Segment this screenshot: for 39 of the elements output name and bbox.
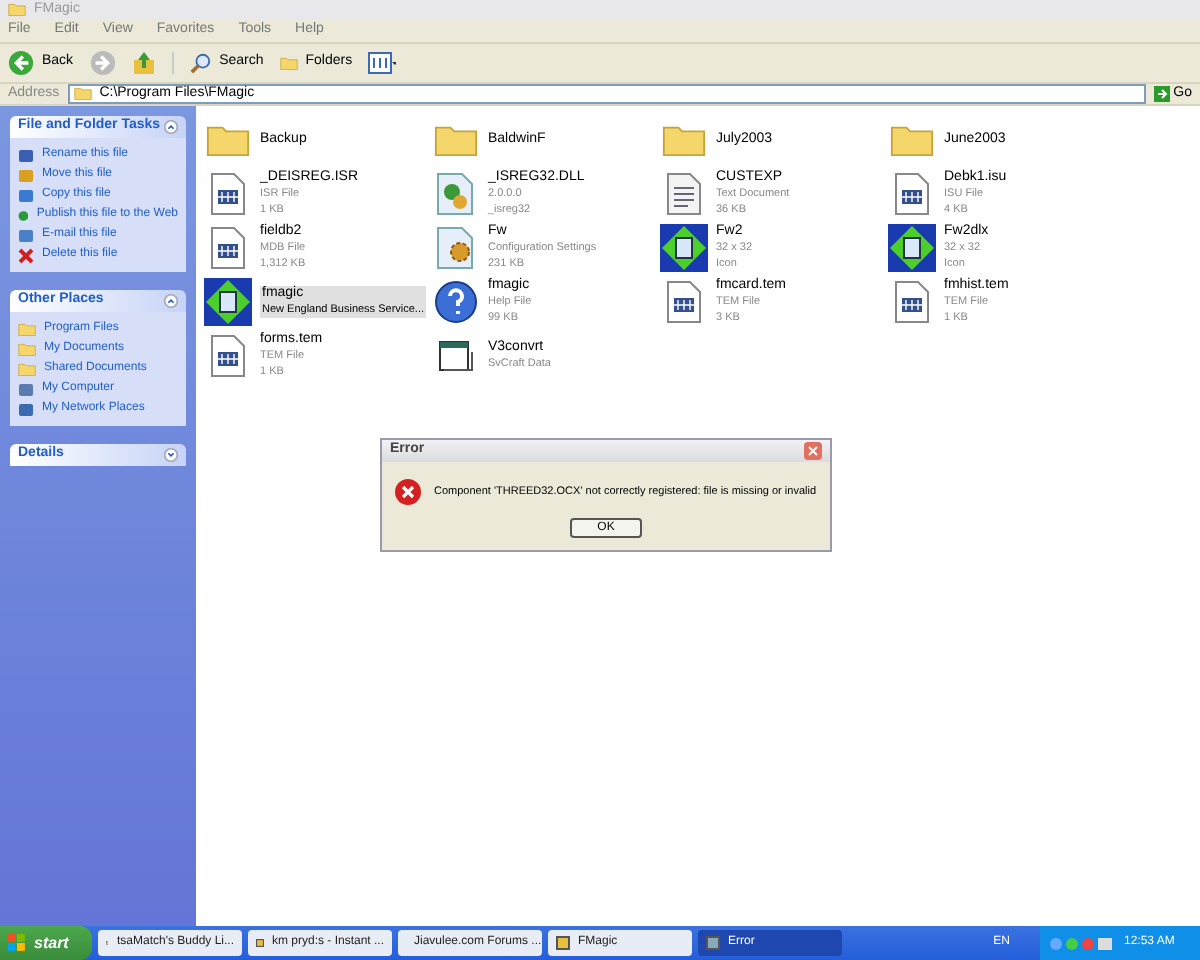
close-button[interactable] (804, 442, 822, 460)
folder-icon (8, 2, 26, 18)
program-icon (888, 223, 936, 271)
document-icon (210, 171, 246, 215)
folder-icon (662, 121, 706, 157)
search-icon (189, 52, 212, 74)
settings-file-icon (436, 225, 476, 269)
document-icon (666, 279, 702, 323)
expand-icon[interactable] (164, 448, 178, 462)
document-icon (210, 333, 246, 377)
document-icon (894, 279, 930, 323)
window-icon (256, 936, 264, 950)
delete-icon (18, 247, 34, 263)
window-icon (556, 936, 570, 950)
folder-icon (434, 121, 478, 157)
help-icon (434, 279, 478, 323)
tray-icons-drawing (1048, 935, 1116, 951)
document-icon (894, 171, 930, 215)
folder-icon (73, 86, 92, 102)
folder-icon (890, 121, 934, 157)
up-folder-icon[interactable] (131, 50, 156, 76)
collapse-icon[interactable] (164, 120, 178, 134)
error-icon (394, 478, 422, 506)
views-icon[interactable] (368, 52, 397, 74)
dll-file-icon (436, 171, 476, 215)
program-icon (204, 277, 252, 325)
start-button[interactable]: start (0, 926, 92, 960)
window-icon (706, 936, 720, 950)
text-document-icon (666, 171, 702, 215)
program-icon (660, 223, 708, 271)
folder-icon (206, 121, 250, 157)
windows-logo-icon (8, 934, 26, 952)
folder-icon (279, 55, 298, 71)
back-arrow-icon (8, 50, 34, 76)
close-icon (808, 446, 818, 456)
document-icon (210, 225, 246, 269)
window-icon (436, 335, 476, 375)
go-arrow-icon (1153, 86, 1170, 102)
collapse-icon[interactable] (164, 294, 178, 308)
